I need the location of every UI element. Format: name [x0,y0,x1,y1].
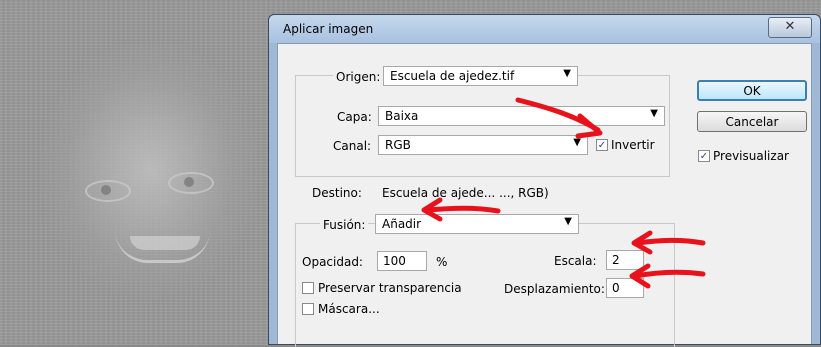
desplazamiento-value: 0 [612,281,620,295]
chevron-down-icon: ▼ [563,68,571,79]
origen-value: Escuela de ajedez.tif [390,69,515,83]
close-button[interactable]: ✕ [768,17,812,38]
canal-value: RGB [385,138,411,152]
origen-select[interactable]: Escuela de ajedez.tif ▼ [383,66,578,86]
preservar-checkbox[interactable] [302,282,314,294]
opacidad-unit: % [436,255,448,269]
chevron-down-icon: ▼ [564,216,572,227]
capa-value: Baixa [385,109,419,123]
fusion-label: Fusión: [320,218,369,232]
left-eye [85,180,131,202]
preservar-label: Preservar transparencia [318,281,462,295]
dialog-title: Aplicar imagen [283,22,374,36]
title-bar[interactable]: Aplicar imagen ✕ [269,15,820,43]
capa-select[interactable]: Baixa ▼ [378,106,665,126]
canal-select[interactable]: RGB ▼ [378,135,588,155]
mascara-checkbox[interactable] [302,303,314,315]
previsualizar-checkbox[interactable]: ✓ [698,150,710,162]
escala-input[interactable]: 2 [606,250,644,270]
ok-button-label: OK [743,84,761,98]
source-group [295,75,670,177]
desplazamiento-input[interactable]: 0 [606,278,644,298]
capa-label: Capa: [337,110,372,124]
destino-value: Escuela de ajede... ..., RGB) [382,186,549,200]
escala-value: 2 [612,253,620,267]
invertir-checkbox[interactable]: ✓ [596,139,608,151]
mascara-label: Máscara... [318,302,380,316]
check-icon: ✓ [699,151,709,162]
invertir-label: Invertir [611,138,655,152]
escala-label: Escala: [554,254,597,268]
destino-label: Destino: [312,186,362,200]
origen-label: Origen: [333,70,384,84]
dialog-body: Origen: Escuela de ajedez.tif ▼ Capa: Ba… [277,43,812,347]
mouth [115,230,210,263]
ok-button[interactable]: OK [697,80,807,101]
right-eye [168,172,214,194]
previsualizar-label: Previsualizar [713,149,789,163]
cancel-button[interactable]: Cancelar [697,111,807,132]
canal-label: Canal: [333,139,372,153]
check-icon: ✓ [597,140,607,151]
cancel-button-label: Cancelar [725,115,779,129]
opacidad-value: 100 [383,254,406,268]
fusion-value: Añadir [382,217,422,231]
close-icon: ✕ [784,19,796,34]
apply-image-dialog: Aplicar imagen ✕ Origen: Escuela de ajed… [268,14,821,347]
opacidad-label: Opacidad: [302,255,363,269]
chevron-down-icon: ▼ [650,108,658,119]
chevron-down-icon: ▼ [573,137,581,148]
opacidad-input[interactable]: 100 [377,251,427,271]
fusion-select[interactable]: Añadir ▼ [375,214,579,234]
desplazamiento-label: Desplazamiento: [504,282,605,296]
